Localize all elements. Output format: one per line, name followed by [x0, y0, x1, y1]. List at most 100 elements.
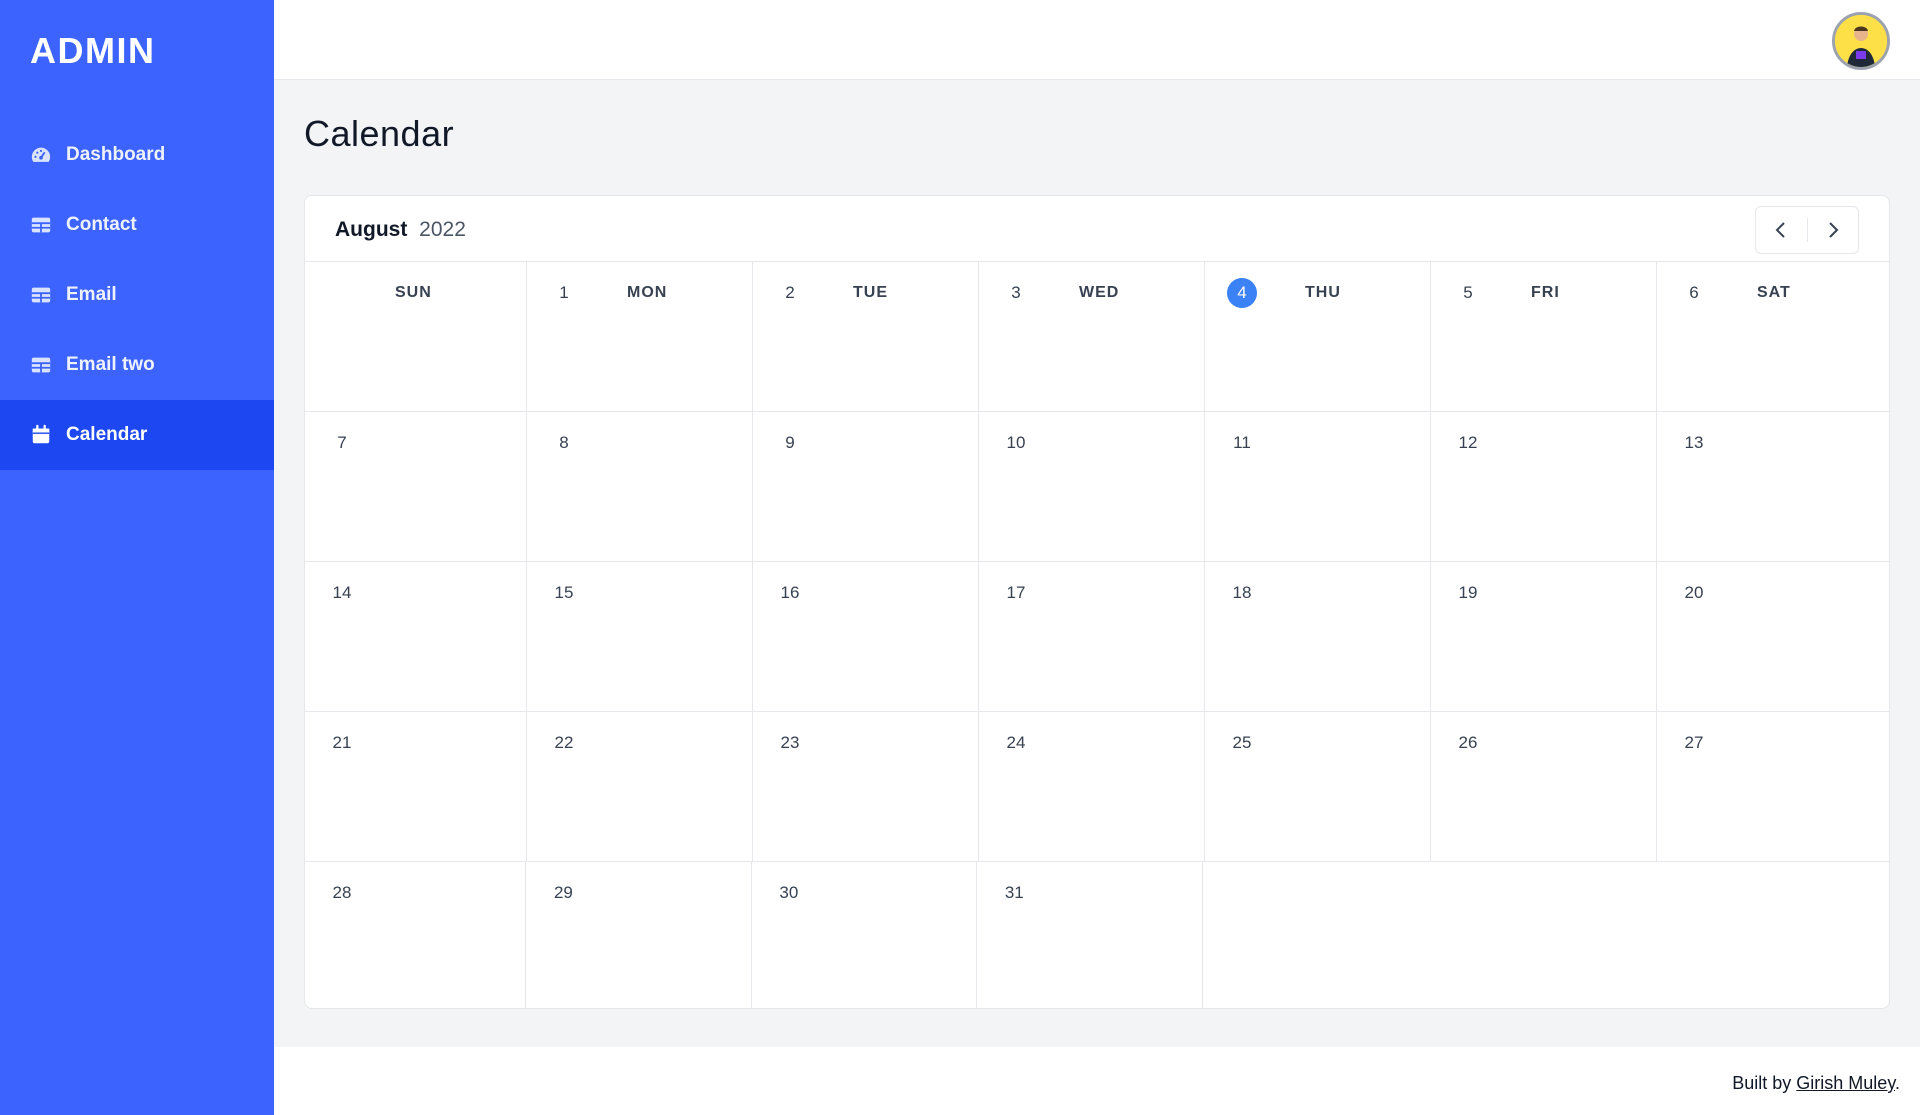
calendar-day[interactable]: 18 — [1205, 562, 1431, 711]
day-number: 22 — [554, 733, 574, 752]
day-number: 31 — [1004, 883, 1024, 902]
calendar-day[interactable]: 17 — [979, 562, 1205, 711]
sidebar-item-label: Email — [66, 284, 117, 305]
day-number: 9 — [785, 433, 795, 452]
prev-month-button[interactable] — [1756, 207, 1807, 253]
calendar-day[interactable]: 2 TUE — [753, 262, 979, 411]
day-number: 15 — [554, 583, 574, 602]
calendar-week: 28 29 30 31 — [305, 862, 1889, 1008]
today-marker: 4 — [1227, 278, 1257, 308]
calendar-day[interactable]: 28 — [305, 862, 527, 1008]
calendar-day[interactable]: 30 — [752, 862, 978, 1008]
calendar-day[interactable]: 11 — [1205, 412, 1431, 561]
day-number: 26 — [1458, 733, 1478, 752]
calendar-week: 7 8 9 10 11 12 13 — [305, 412, 1889, 562]
month-name: August — [335, 218, 408, 241]
next-month-button[interactable] — [1807, 207, 1858, 253]
day-number: 25 — [1232, 733, 1252, 752]
day-number: 13 — [1684, 433, 1704, 452]
calendar-day[interactable]: 12 — [1431, 412, 1657, 561]
calendar-day[interactable]: 29 — [526, 862, 752, 1008]
day-number: 3 — [1011, 283, 1021, 302]
author-link[interactable]: Girish Muley — [1796, 1073, 1895, 1093]
calendar-day[interactable]: 27 — [1657, 712, 1881, 861]
calendar-day[interactable]: 6 SAT — [1657, 262, 1881, 411]
sidebar-nav: Dashboard Contact Email Email two Calend… — [0, 120, 274, 470]
calendar-header: August 2022 — [305, 196, 1889, 262]
calendar-day[interactable]: 26 — [1431, 712, 1657, 861]
calendar-day[interactable]: 3 WED — [979, 262, 1205, 411]
day-number: 14 — [332, 583, 352, 602]
sidebar-item-email-two[interactable]: Email two — [0, 330, 274, 400]
day-number: 7 — [337, 433, 347, 452]
weekday-header: THU — [1305, 284, 1341, 301]
calendar-day[interactable]: 23 — [753, 712, 979, 861]
main-content: Calendar August 2022 SUN 1 MON 2 TUE 3 W… — [274, 81, 1920, 1047]
calendar-day[interactable]: 25 — [1205, 712, 1431, 861]
brand-logo[interactable]: ADMIN — [30, 30, 155, 72]
day-number: 6 — [1689, 283, 1699, 302]
calendar-day[interactable]: 10 — [979, 412, 1205, 561]
calendar-day[interactable]: 21 — [305, 712, 527, 861]
calendar-grid: SUN 1 MON 2 TUE 3 WED 4 THU 5 FRI 6 SAT … — [305, 262, 1889, 1008]
calendar-empty-area — [1203, 862, 1889, 1008]
weekday-header: MON — [627, 284, 668, 301]
calendar-week: SUN 1 MON 2 TUE 3 WED 4 THU 5 FRI 6 SAT — [305, 262, 1889, 412]
calendar-day[interactable]: 22 — [527, 712, 753, 861]
calendar-day[interactable]: 5 FRI — [1431, 262, 1657, 411]
day-number: 11 — [1233, 433, 1251, 452]
day-number: 28 — [332, 883, 352, 902]
day-number: 5 — [1463, 283, 1473, 302]
weekday-header: SAT — [1757, 284, 1791, 301]
sidebar-item-contact[interactable]: Contact — [0, 190, 274, 260]
day-number: 24 — [1006, 733, 1026, 752]
calendar-day[interactable]: 14 — [305, 562, 527, 711]
weekday-header: TUE — [853, 284, 888, 301]
table-icon — [30, 284, 52, 306]
calendar-day-empty: SUN — [305, 262, 527, 411]
chevron-left-icon — [1775, 222, 1785, 238]
day-number: 18 — [1232, 583, 1252, 602]
weekday-header: FRI — [1531, 284, 1560, 301]
day-number: 10 — [1006, 433, 1026, 452]
weekday-header: WED — [1079, 284, 1120, 301]
calendar-day[interactable]: 31 — [977, 862, 1203, 1008]
calendar-week: 21 22 23 24 25 26 27 — [305, 712, 1889, 862]
calendar-day[interactable]: 15 — [527, 562, 753, 711]
sidebar-item-dashboard[interactable]: Dashboard — [0, 120, 274, 190]
calendar-day[interactable]: 24 — [979, 712, 1205, 861]
sidebar-item-email[interactable]: Email — [0, 260, 274, 330]
footer: Built by Girish Muley. — [274, 1047, 1920, 1115]
calendar-day[interactable]: 16 — [753, 562, 979, 711]
day-number: 16 — [780, 583, 800, 602]
dashboard-icon — [30, 144, 52, 166]
year-name: 2022 — [419, 218, 466, 241]
day-number: 20 — [1684, 583, 1704, 602]
calendar-day[interactable]: 9 — [753, 412, 979, 561]
sidebar-item-calendar[interactable]: Calendar — [0, 400, 274, 470]
day-number: 29 — [553, 883, 573, 902]
month-year-label: August 2022 — [335, 218, 466, 242]
day-number: 27 — [1684, 733, 1704, 752]
top-bar — [274, 0, 1920, 80]
calendar-day[interactable]: 8 — [527, 412, 753, 561]
calendar-day[interactable]: 7 — [305, 412, 527, 561]
calendar-day[interactable]: 20 — [1657, 562, 1881, 711]
day-number: 2 — [785, 283, 795, 302]
sidebar-item-label: Calendar — [66, 424, 148, 445]
sidebar-item-label: Dashboard — [66, 144, 166, 165]
table-icon — [30, 214, 52, 236]
calendar-icon — [30, 424, 52, 446]
chevron-right-icon — [1829, 222, 1839, 238]
calendar-day[interactable]: 19 — [1431, 562, 1657, 711]
calendar-day-today[interactable]: 4 THU — [1205, 262, 1431, 411]
sidebar-item-label: Contact — [66, 214, 137, 235]
calendar-day[interactable]: 13 — [1657, 412, 1881, 561]
weekday-header: SUN — [395, 284, 432, 301]
page-title: Calendar — [304, 113, 455, 154]
day-number: 17 — [1006, 583, 1026, 602]
calendar-day[interactable]: 1 MON — [527, 262, 753, 411]
footer-credit: Built by Girish Muley. — [1732, 1073, 1900, 1094]
day-number: 30 — [779, 883, 799, 902]
user-avatar[interactable] — [1832, 12, 1890, 70]
